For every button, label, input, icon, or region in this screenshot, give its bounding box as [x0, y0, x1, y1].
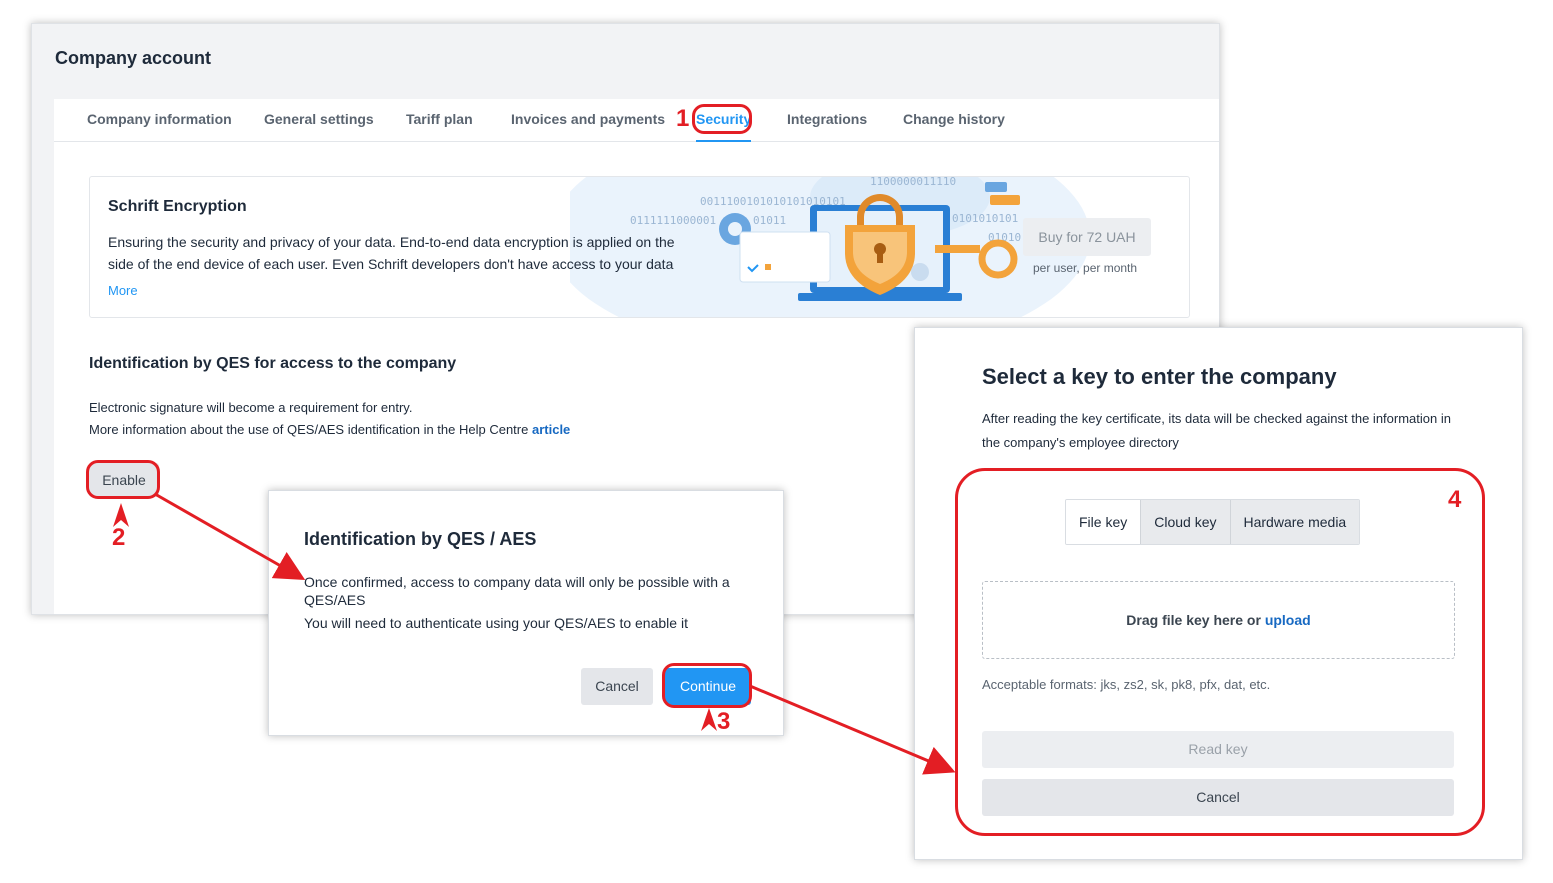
annotation-arrows: [113, 492, 956, 775]
arrow-continue-to-key-dialog: [749, 684, 956, 775]
annotation-number-4: 4: [1448, 486, 1462, 513]
arrow-enable-to-dialog: [154, 492, 306, 580]
pointer-step-3: [701, 708, 717, 731]
annotation-number-1: 1: [676, 105, 690, 132]
annotation-number-2: 2: [112, 524, 126, 551]
annotation-number-3: 3: [717, 708, 731, 735]
